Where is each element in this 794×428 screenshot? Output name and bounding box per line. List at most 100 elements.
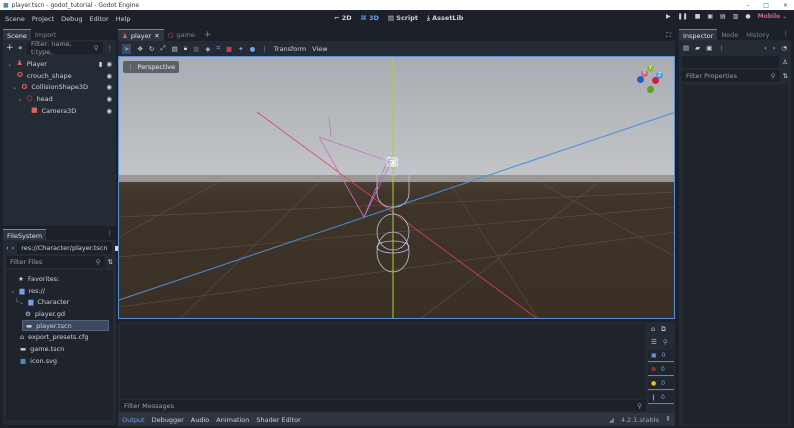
copy-icon[interactable]: ⧉ — [661, 325, 666, 334]
close-tab-icon[interactable]: ✕ — [154, 32, 159, 40]
gizmo-y[interactable]: Y — [647, 65, 654, 72]
tab-debugger[interactable]: Debugger — [152, 416, 184, 424]
menu-editor[interactable]: Editor — [89, 15, 108, 23]
tab-shader-editor[interactable]: Shader Editor — [256, 416, 300, 424]
remote-debug-icon[interactable]: ▣ — [707, 13, 713, 20]
filter-messages-input[interactable]: Filter Messages ⚲ — [120, 400, 646, 411]
more-icon[interactable]: ⋮ — [107, 229, 117, 240]
tab-history[interactable]: History — [742, 29, 773, 40]
sort-icon[interactable]: ⇅ — [108, 258, 113, 266]
visibility-icon[interactable]: ◉ — [106, 107, 112, 115]
back-icon[interactable]: ‹ — [6, 244, 9, 252]
visibility-icon[interactable]: ◉ — [106, 83, 112, 91]
menu-project[interactable]: Project — [32, 15, 54, 23]
file-player-gd[interactable]: ⚙ player.gd — [10, 308, 109, 320]
camera-preview-icon[interactable]: ■ — [226, 45, 232, 53]
visibility-icon[interactable]: ◉ — [106, 72, 112, 80]
local-space-icon[interactable]: ◈ — [205, 45, 210, 53]
scene-filter-input[interactable]: Filter: name, t:type, ⚲ — [27, 40, 103, 56]
workspace-script[interactable]: ▤ Script — [388, 14, 418, 23]
select-tool-icon[interactable]: ➤ — [122, 43, 132, 54]
filter-search-icon[interactable]: ⚲ — [663, 338, 668, 346]
tab-animation[interactable]: Animation — [216, 416, 249, 424]
warning-count-button[interactable]: ● 0 — [648, 378, 674, 390]
collapse-icon[interactable]: ☰ — [651, 338, 657, 346]
forward-icon[interactable]: › — [12, 244, 15, 252]
menu-debug[interactable]: Debug — [61, 15, 82, 23]
minimize-button[interactable]: – — [746, 2, 749, 9]
tab-filesystem[interactable]: FileSystem — [3, 229, 47, 240]
save-resource-icon[interactable]: ▣ — [706, 44, 712, 52]
list-select-icon[interactable]: ▤ — [172, 45, 178, 53]
path-field[interactable]: res://Character/player.tscn — [17, 242, 112, 254]
perspective-menu[interactable]: ⋮ Perspective — [123, 61, 180, 73]
pause-icon[interactable]: ❚❚ — [678, 13, 688, 20]
tab-player[interactable]: ♟ player ✕ — [118, 28, 164, 42]
lock-icon[interactable]: 🔒︎ — [184, 44, 187, 53]
gizmo-neg-z[interactable] — [637, 76, 644, 83]
rotate-tool-icon[interactable]: ↻ — [149, 45, 154, 53]
tree-node-player[interactable]: ⌄ ♟ Player ▮ ◉ — [7, 58, 112, 70]
distraction-free-icon[interactable]: ⛶ — [666, 31, 675, 40]
clear-icon[interactable]: ⌂ — [651, 325, 655, 334]
workspace-2d[interactable]: ⌐ 2D — [334, 14, 352, 23]
error-count-button[interactable]: ⊗ 0 — [648, 364, 674, 376]
group-icon[interactable]: ▦ — [193, 45, 199, 53]
play-custom-icon[interactable]: ▥ — [733, 13, 739, 20]
sun-toggle-icon[interactable]: ✦ — [238, 45, 243, 53]
close-button[interactable]: ✕ — [783, 2, 788, 9]
3d-viewport[interactable]: 📷︎ ⋮ Perspective Y X Z — [118, 56, 675, 319]
workspace-3d[interactable]: ⌘ 3D — [361, 14, 379, 23]
visibility-icon[interactable]: ◉ — [106, 60, 112, 68]
tab-audio[interactable]: Audio — [191, 416, 209, 424]
file-game-tscn[interactable]: ▬ game.tscn — [10, 343, 109, 355]
tab-node[interactable]: Node — [717, 29, 742, 40]
history-forward-icon[interactable]: › — [773, 44, 776, 52]
scale-tool-icon[interactable]: ⤢ — [160, 44, 165, 53]
history-back-icon[interactable]: ‹ — [764, 44, 767, 52]
tab-scene[interactable]: Scene — [3, 29, 31, 40]
tab-import[interactable]: Import — [31, 29, 61, 40]
renderer-select[interactable]: Mobile ⌄ — [758, 13, 788, 20]
tree-node-crouch-shape[interactable]: ✪ crouch_shape ◉ — [7, 70, 112, 82]
more-icon[interactable]: ⋮ — [107, 44, 114, 52]
toggle-bottom-panel-icon[interactable]: ⫪ — [666, 415, 675, 424]
more-icon[interactable]: ⋮ — [783, 29, 792, 40]
more-icon[interactable]: ⋮ — [718, 44, 725, 52]
folder-character[interactable]: └⌄ ▆ Character — [10, 296, 109, 308]
add-tab-icon[interactable]: + — [199, 30, 217, 40]
log-count-button[interactable]: ▣ 0 — [648, 350, 674, 362]
add-node-icon[interactable]: + — [6, 43, 14, 53]
open-resource-icon[interactable]: ▰ — [695, 44, 700, 52]
play-scene-icon[interactable]: ▤ — [720, 13, 726, 20]
more-icon[interactable]: ⋮ — [261, 45, 268, 53]
movie-icon[interactable]: ● — [745, 13, 750, 20]
favorites-item[interactable]: ★ Favorites: — [10, 273, 109, 285]
new-resource-icon[interactable]: ▤ — [683, 44, 689, 52]
link-icon[interactable]: ⚭ — [18, 44, 23, 52]
message-count-button[interactable]: ❙ 0 — [648, 392, 674, 404]
tab-inspector[interactable]: Inspector — [679, 29, 718, 40]
object-history-icon[interactable]: ◔ — [781, 44, 787, 52]
tab-game[interactable]: ○ game — [164, 29, 199, 41]
visibility-icon[interactable]: ◉ — [106, 95, 112, 103]
tab-output[interactable]: Output — [122, 416, 145, 424]
sort-icon[interactable]: ⇅ — [783, 72, 788, 80]
play-icon[interactable]: ▶ — [666, 13, 671, 20]
stop-icon[interactable]: ■ — [695, 13, 701, 20]
file-export-presets[interactable]: ⌂ export_presets.cfg — [10, 331, 109, 343]
folder-res[interactable]: ⌄ ▆ res:// — [10, 285, 109, 297]
object-selector[interactable] — [682, 56, 780, 68]
gizmo-neg-x[interactable] — [652, 77, 659, 84]
tree-node-collisionshape3d[interactable]: ⌄ ✪ CollisionShape3D ◉ — [7, 81, 112, 93]
file-icon-svg[interactable]: ■ icon.svg — [10, 355, 109, 367]
gizmo-neg-y[interactable] — [647, 86, 654, 93]
view-menu[interactable]: View — [312, 45, 327, 53]
orientation-gizmo[interactable]: Y X Z — [637, 65, 665, 93]
object-properties-icon[interactable]: ♙ — [782, 58, 788, 66]
transform-menu[interactable]: Transform — [274, 45, 306, 53]
environment-toggle-icon[interactable]: ● — [250, 45, 256, 53]
tree-node-head[interactable]: ⌄ ○ head ◉ — [7, 93, 112, 105]
tree-node-camera3d[interactable]: ■ Camera3D ◉ — [7, 105, 112, 117]
script-icon[interactable]: ▮ — [99, 60, 103, 68]
